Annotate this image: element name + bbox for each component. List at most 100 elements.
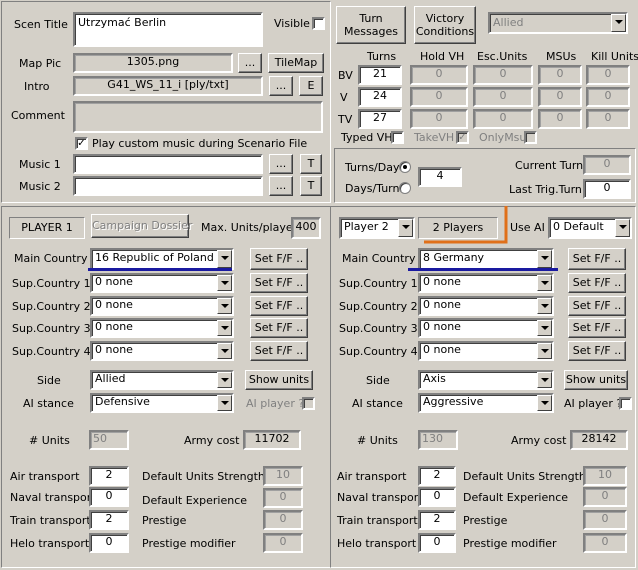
p2-naval-input[interactable]: 0 — [418, 487, 456, 507]
p1-side-select[interactable]: Allied — [90, 370, 234, 390]
victory-conditions-button[interactable]: Victory Conditions — [414, 6, 476, 44]
p1-set-ff-sup2-button[interactable]: Set F/F .. — [250, 296, 308, 316]
p1-sup1-arrow[interactable] — [217, 275, 232, 291]
p2-show-units-button[interactable]: Show units — [564, 370, 628, 390]
play-music-checkbox[interactable]: ✓ — [75, 137, 88, 150]
p1-set-ff-sup3-button[interactable]: Set F/F .. — [250, 318, 308, 338]
p2-sup3-arrow[interactable] — [537, 320, 552, 336]
p2-set-ff-main-button[interactable]: Set F/F .. — [568, 248, 626, 270]
music1-t-button[interactable]: T — [300, 154, 322, 174]
music2-t-button[interactable]: T — [300, 176, 322, 196]
turns-value-input[interactable]: 4 — [418, 167, 462, 187]
p1-sup2-select[interactable]: 0 none — [90, 296, 234, 316]
p1-sup2-arrow[interactable] — [217, 298, 232, 314]
turn-messages-button[interactable]: Turn Messages — [336, 6, 406, 44]
p1-set-ff-sup4-button[interactable]: Set F/F .. — [250, 341, 308, 361]
p2-dus-label: Default Units Strength — [463, 470, 586, 483]
p1-sup4-arrow[interactable] — [217, 343, 232, 359]
p2-sup4-select[interactable]: 0 none — [418, 341, 554, 361]
p2-sup1-select[interactable]: 0 none — [418, 273, 554, 293]
p2-train-input[interactable]: 2 — [418, 510, 456, 530]
p2-set-ff-sup4-button[interactable]: Set F/F .. — [568, 341, 626, 361]
max-units-field: 400 — [291, 217, 321, 239]
p1-set-ff-sup1-button[interactable]: Set F/F .. — [250, 273, 308, 293]
p2-sup4-arrow[interactable] — [537, 343, 552, 359]
music1-label: Music 1 — [19, 158, 61, 171]
p2-sup1-arrow[interactable] — [537, 275, 552, 291]
p2-side-label: Side — [366, 374, 390, 387]
p1-side-arrow[interactable] — [217, 372, 232, 388]
only-msu-checkbox — [524, 131, 537, 144]
p1-show-units-button[interactable]: Show units — [245, 370, 313, 390]
p1-set-ff-main-button[interactable]: Set F/F .. — [250, 248, 308, 270]
music1-input[interactable] — [73, 154, 263, 174]
last-trig-label: Last Trig.Turn — [509, 183, 582, 196]
last-trig-input[interactable]: 0 — [583, 179, 631, 199]
p1-de-field: 0 — [263, 488, 303, 508]
intro-edit-button[interactable]: E — [299, 76, 323, 96]
p2-set-ff-sup2-button[interactable]: Set F/F .. — [568, 296, 626, 316]
tilemap-button[interactable]: TileMap — [268, 53, 324, 73]
p1-ai-stance-label: AI stance — [23, 397, 74, 410]
p2-train-label: Train transport — [337, 514, 418, 527]
player2-select-arrow[interactable] — [398, 219, 413, 237]
p2-set-ff-sup3-button[interactable]: Set F/F .. — [568, 318, 626, 338]
p2-main-country-arrow[interactable] — [537, 250, 552, 268]
p2-prestige-label: Prestige — [463, 514, 508, 527]
p2-sup2-arrow[interactable] — [537, 298, 552, 314]
p1-naval-input[interactable]: 0 — [89, 487, 129, 507]
map-pic-browse-button[interactable]: ... — [238, 53, 262, 73]
p1-sup1-select[interactable]: 0 none — [90, 273, 234, 293]
p2-pm-field: 0 — [583, 533, 627, 553]
visible-checkbox[interactable] — [312, 17, 325, 30]
p1-pm-field: 0 — [263, 533, 303, 553]
p1-main-country-arrow[interactable] — [217, 250, 232, 268]
row-tv-turns[interactable]: 27 — [358, 109, 402, 129]
use-ai-select-arrow[interactable] — [615, 219, 630, 237]
p2-ai-player-checkbox[interactable] — [619, 397, 632, 410]
p2-sup3-select[interactable]: 0 none — [418, 318, 554, 338]
row-bv-turns[interactable]: 21 — [358, 65, 402, 85]
play-music-label: Play custom music during Scenario File — [92, 137, 308, 150]
p2-set-ff-sup1-button[interactable]: Set F/F .. — [568, 273, 626, 293]
p1-units-label: # Units — [29, 434, 70, 447]
row-v-esc: 0 — [473, 87, 533, 107]
p1-sup3-select[interactable]: 0 none — [90, 318, 234, 338]
turns-per-day-radio[interactable] — [399, 161, 411, 173]
p2-helo-label: Helo transport — [337, 537, 417, 550]
p1-sup3-arrow[interactable] — [217, 320, 232, 336]
p2-ai-stance-arrow[interactable] — [537, 395, 552, 411]
p1-helo-input[interactable]: 0 — [89, 533, 129, 553]
p1-air-input[interactable]: 2 — [89, 466, 129, 486]
p2-ai-stance-select[interactable]: Aggressive — [418, 393, 554, 413]
p2-sup2-select[interactable]: 0 none — [418, 296, 554, 316]
p2-side-arrow[interactable] — [537, 372, 552, 388]
p1-ai-stance-arrow[interactable] — [217, 395, 232, 411]
p1-pm-label: Prestige modifier — [142, 537, 236, 550]
p1-train-input[interactable]: 2 — [89, 510, 129, 530]
row-v-turns[interactable]: 24 — [358, 87, 402, 107]
comment-field[interactable] — [73, 101, 323, 133]
typed-vh-checkbox[interactable] — [391, 131, 404, 144]
p1-sup4-select[interactable]: 0 none — [90, 341, 234, 361]
comment-label: Comment — [11, 109, 65, 122]
music1-browse-button[interactable]: ... — [269, 154, 293, 174]
music2-input[interactable] — [73, 176, 263, 196]
p1-sup3-label: Sup.Country 3 — [12, 322, 91, 335]
row-v-kill: 0 — [586, 87, 630, 107]
p2-helo-input[interactable]: 0 — [418, 533, 456, 553]
scen-title-input[interactable]: Utrzymać Berlin — [73, 12, 263, 47]
music2-browse-button[interactable]: ... — [269, 176, 293, 196]
map-pic-field: 1305.png — [73, 53, 233, 73]
row-tv-msu: 0 — [538, 109, 582, 129]
days-per-turn-radio[interactable] — [399, 182, 411, 194]
p1-train-label: Train transport — [10, 514, 91, 527]
p1-main-country-select[interactable]: 16 Republic of Poland — [90, 248, 234, 270]
intro-browse-button[interactable]: ... — [269, 76, 293, 96]
p1-ai-stance-select[interactable]: Defensive — [90, 393, 234, 413]
p2-side-select[interactable]: Axis — [418, 370, 554, 390]
p2-sup1-label: Sup.Country 1 — [339, 277, 418, 290]
p2-air-input[interactable]: 2 — [418, 466, 456, 486]
p2-main-country-select[interactable]: 8 Germany — [418, 248, 554, 270]
row-tv-hold: 0 — [410, 109, 468, 129]
